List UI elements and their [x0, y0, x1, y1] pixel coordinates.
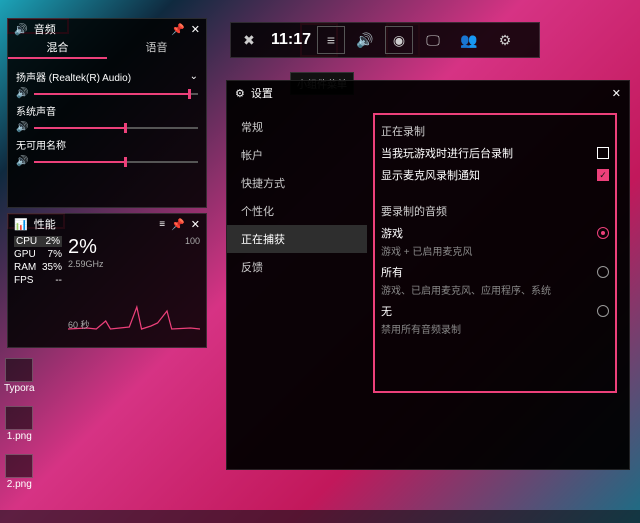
- radio-unselected[interactable]: [597, 266, 609, 278]
- stat-ram[interactable]: RAM 35%: [14, 262, 62, 273]
- close-icon[interactable]: ✕: [191, 23, 200, 36]
- audio-tabs: 混合 语音: [8, 39, 206, 59]
- app-slider-row: 🔊: [16, 156, 198, 167]
- perf-main: 2% 2.59GHz 100 60 秒: [68, 236, 200, 331]
- settings-icon[interactable]: ≡: [159, 219, 165, 230]
- nav-capturing[interactable]: 正在捕获: [227, 225, 367, 253]
- nav-general[interactable]: 常规: [227, 113, 367, 141]
- close-icon[interactable]: ✕: [612, 87, 621, 100]
- chevron-down-icon: ⌄: [190, 71, 198, 82]
- desktop-icon-1png[interactable]: 1.png: [4, 406, 35, 442]
- perf-icon: 📊: [14, 218, 28, 231]
- nav-account[interactable]: 帐户: [227, 141, 367, 169]
- gamebar: ✖ 11:17 ≡ 🔊 ◉ 🖵 👥 ⚙: [230, 22, 540, 58]
- radio-all[interactable]: 所有: [381, 264, 609, 280]
- checkbox-unchecked[interactable]: [597, 147, 609, 159]
- device-slider[interactable]: [34, 93, 198, 95]
- volume-icon: 🔊: [16, 156, 28, 167]
- file-icon: [5, 454, 33, 478]
- icon-label: 2.png: [7, 479, 32, 490]
- audio-body: 扬声器 (Realtek(R) Audio) ⌄ 🔊 系统声音 🔊 无可用名称 …: [8, 59, 206, 175]
- device-slider-row: 🔊: [16, 88, 198, 99]
- perf-big-value: 2%: [68, 236, 104, 259]
- widgets-menu-button[interactable]: ≡: [317, 26, 345, 54]
- pin-icon[interactable]: 📌: [171, 23, 185, 36]
- file-icon: [5, 406, 33, 430]
- system-sound-label: 系统声音: [16, 103, 198, 118]
- nav-shortcut[interactable]: 快捷方式: [227, 169, 367, 197]
- volume-icon: 🔊: [16, 122, 28, 133]
- system-slider-row: 🔊: [16, 122, 198, 133]
- settings-header: ⚙ 设置 ✕: [227, 81, 629, 105]
- pin-icon[interactable]: 📌: [171, 218, 185, 231]
- settings-content: 正在录制 当我玩游戏时进行后台录制 显示麦克风录制通知 要录制的音频 游戏 游戏…: [367, 105, 629, 469]
- perf-header: 📊 性能 ≡ 📌 ✕: [8, 214, 206, 234]
- settings-content-inner: 正在录制 当我玩游戏时进行后台录制 显示麦克风录制通知 要录制的音频 游戏 游戏…: [373, 113, 617, 393]
- file-icon: [5, 358, 33, 382]
- device-label: 扬声器 (Realtek(R) Audio): [16, 69, 131, 84]
- section-audio-title: 要录制的音频: [381, 203, 609, 219]
- radio-game[interactable]: 游戏: [381, 225, 609, 241]
- xbox-icon[interactable]: ✖: [231, 22, 267, 58]
- tab-voice[interactable]: 语音: [107, 39, 206, 59]
- settings-panel: ⚙ 设置 ✕ 常规 帐户 快捷方式 个性化 正在捕获 反馈 正在录制 当我玩游戏…: [226, 80, 630, 470]
- close-icon[interactable]: ✕: [191, 218, 200, 231]
- nav-personalize[interactable]: 个性化: [227, 197, 367, 225]
- tab-mix[interactable]: 混合: [8, 39, 107, 59]
- perf-scale-max: 100: [185, 236, 200, 246]
- settings-nav: 常规 帐户 快捷方式 个性化 正在捕获 反馈: [227, 105, 367, 469]
- nav-feedback[interactable]: 反馈: [227, 253, 367, 281]
- audio-button[interactable]: 🔊: [347, 22, 383, 58]
- perf-sub-value: 2.59GHz: [68, 259, 104, 269]
- stat-gpu[interactable]: GPU 7%: [14, 249, 62, 260]
- section-recording-title: 正在录制: [381, 123, 609, 139]
- radio-game-sub: 游戏 + 已启用麦克风: [381, 243, 609, 258]
- stat-cpu[interactable]: CPU 2%: [14, 236, 62, 247]
- desktop-icons: Typora 1.png 2.png: [4, 358, 35, 490]
- icon-label: 1.png: [7, 431, 32, 442]
- gamebar-time: 11:17: [267, 31, 315, 49]
- checkbox-checked[interactable]: [597, 169, 609, 181]
- display-button[interactable]: 🖵: [415, 22, 451, 58]
- radio-selected[interactable]: [597, 227, 609, 239]
- audio-widget-title: 音频: [34, 21, 165, 37]
- perf-chart: 60 秒: [68, 271, 200, 331]
- radio-unselected[interactable]: [597, 305, 609, 317]
- no-available-label: 无可用名称: [16, 137, 198, 152]
- performance-widget: 📊 性能 ≡ 📌 ✕ CPU 2% GPU 7% RAM 35% FPS --: [7, 213, 207, 348]
- audio-widget-header: 🔊 音频 📌 ✕: [8, 19, 206, 39]
- device-row[interactable]: 扬声器 (Realtek(R) Audio) ⌄: [16, 69, 198, 84]
- radio-none[interactable]: 无: [381, 303, 609, 319]
- toggle-mic-notification-label: 显示麦克风录制通知: [381, 167, 480, 183]
- system-slider[interactable]: [34, 127, 198, 129]
- gear-icon: ⚙: [235, 87, 245, 100]
- perf-chart-label: 60 秒: [68, 318, 90, 331]
- perf-body: CPU 2% GPU 7% RAM 35% FPS -- 2% 2.59GHz: [8, 234, 206, 333]
- speaker-icon: 🔊: [14, 23, 28, 36]
- desktop-icon-2png[interactable]: 2.png: [4, 454, 35, 490]
- stat-fps[interactable]: FPS --: [14, 275, 62, 286]
- toggle-mic-notification[interactable]: 显示麦克风录制通知: [381, 167, 609, 183]
- social-button[interactable]: 👥: [451, 22, 487, 58]
- app-slider[interactable]: [34, 161, 198, 163]
- toggle-background-record[interactable]: 当我玩游戏时进行后台录制: [381, 145, 609, 161]
- radio-none-sub: 禁用所有音频录制: [381, 321, 609, 336]
- settings-title: 设置: [251, 85, 273, 101]
- volume-icon: 🔊: [16, 88, 28, 99]
- settings-button[interactable]: ⚙: [487, 22, 523, 58]
- radio-all-sub: 游戏、已启用麦克风、应用程序、系统: [381, 282, 609, 297]
- capture-button[interactable]: ◉: [385, 26, 413, 54]
- audio-widget: 🔊 音频 📌 ✕ 混合 语音 扬声器 (Realtek(R) Audio) ⌄ …: [7, 18, 207, 208]
- taskbar[interactable]: [0, 510, 640, 523]
- toggle-background-record-label: 当我玩游戏时进行后台录制: [381, 145, 513, 161]
- perf-widget-title: 性能: [34, 216, 154, 232]
- perf-stats: CPU 2% GPU 7% RAM 35% FPS --: [14, 236, 62, 331]
- desktop-icon-typora[interactable]: Typora: [4, 358, 35, 394]
- settings-body: 常规 帐户 快捷方式 个性化 正在捕获 反馈 正在录制 当我玩游戏时进行后台录制…: [227, 105, 629, 469]
- icon-label: Typora: [4, 383, 35, 394]
